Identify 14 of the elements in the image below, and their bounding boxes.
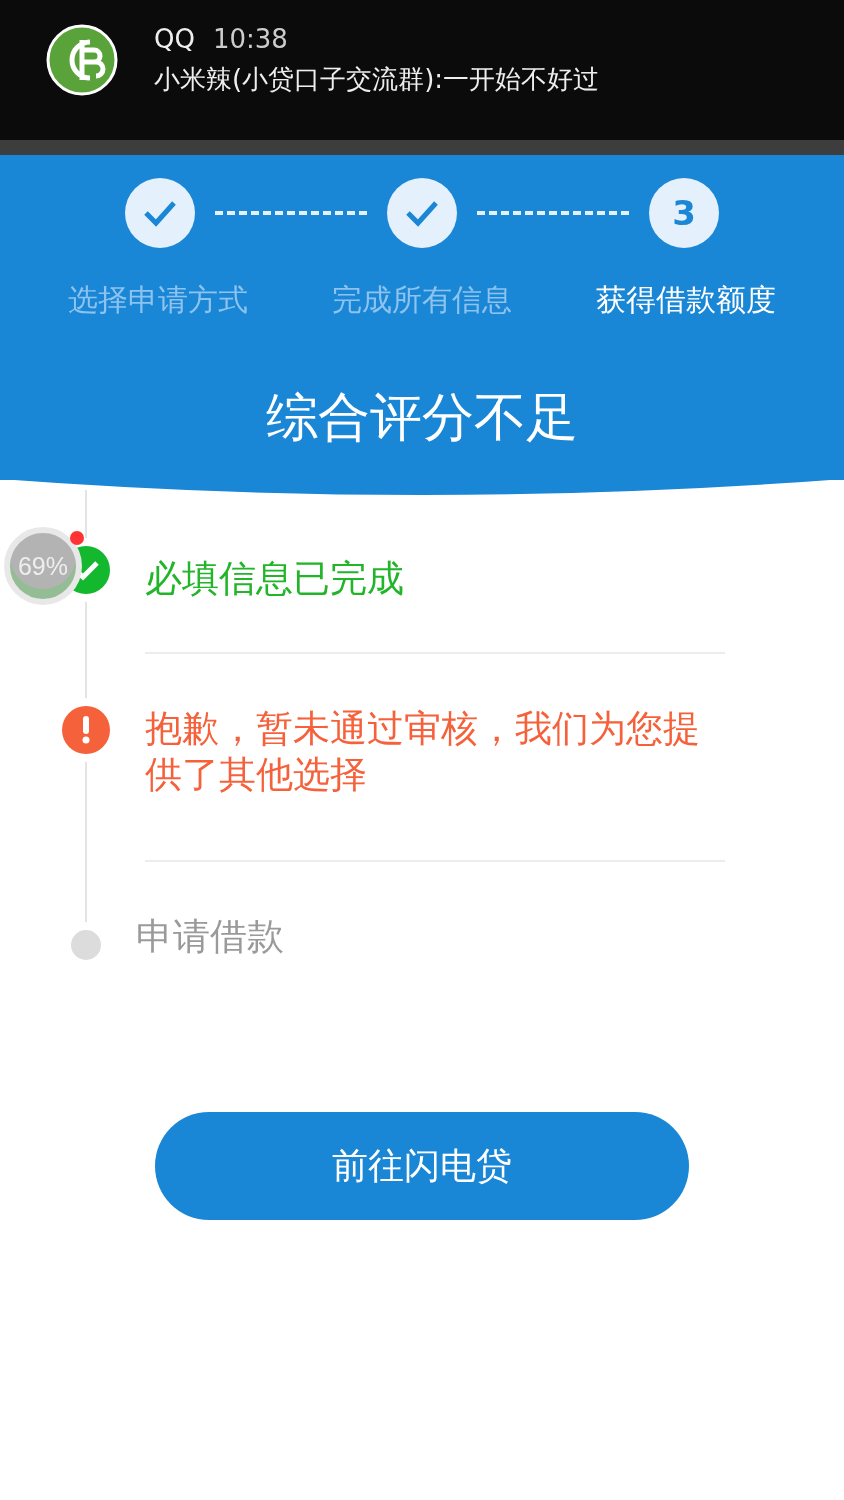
loan-button[interactable]: 前往闪电贷 <box>155 1112 689 1220</box>
step-label: 获得借款额度 <box>595 281 777 319</box>
step-number: 3 <box>649 178 719 248</box>
status-text: 申请借款 <box>136 914 285 960</box>
status-text: 抱歉，暂未通过审核，我们为您提供了其他选择 <box>145 706 725 862</box>
notification-time: 10:38 <box>212 24 288 54</box>
status-text: 必填信息已完成 <box>145 556 725 654</box>
notification-app: QQ <box>154 24 195 54</box>
notification-message[interactable]: 小米辣(小贷口子交流群):一开始不好过 <box>154 62 600 97</box>
step-label: 完成所有信息 <box>331 281 513 319</box>
result-headline: 综合评分不足 <box>265 386 579 449</box>
app-logo-icon <box>46 24 118 96</box>
notification-dot <box>70 531 84 545</box>
step-label: 选择申请方式 <box>67 281 249 319</box>
